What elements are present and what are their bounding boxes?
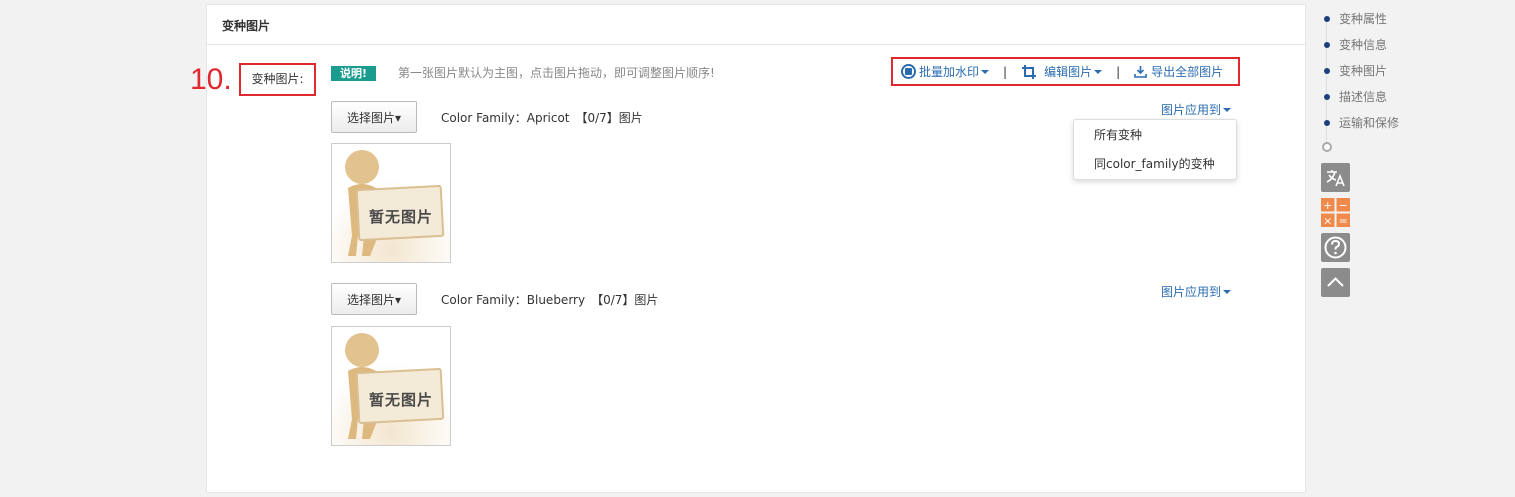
nav-item-label: 变种图片 [1339, 64, 1388, 78]
menu-item-all-variants[interactable]: 所有变种 [1074, 124, 1236, 153]
nav-dot [1324, 15, 1330, 22]
download-icon [1134, 66, 1147, 78]
calc-plus: + [1323, 199, 1332, 212]
crop-icon [1022, 64, 1037, 79]
help-button[interactable] [1321, 233, 1350, 262]
select-images-button[interactable]: 选择图片▾ [331, 101, 417, 133]
nav-dot [1324, 119, 1330, 126]
toolbar-separator: | [1003, 64, 1008, 79]
edit-images-label: 编辑图片 [1044, 65, 1093, 79]
image-placeholder[interactable]: 暂无图片 [331, 143, 451, 263]
apply-images-to-dropdown[interactable]: 图片应用到 [1161, 283, 1232, 300]
export-all-images-button[interactable]: 导出全部图片 [1134, 63, 1223, 80]
export-all-images-label: 导出全部图片 [1151, 65, 1224, 79]
apply-images-menu: 所有变种 同color_family的变种 [1073, 119, 1237, 180]
calc-times: × [1323, 215, 1332, 228]
translate-icon [1326, 170, 1345, 187]
back-to-top-button[interactable] [1321, 268, 1350, 297]
apply-images-to-label: 图片应用到 [1161, 103, 1222, 117]
nav-item-variant-images[interactable]: 变种图片 [1322, 62, 1387, 79]
calculator-icon: + − × = [1321, 198, 1350, 228]
field-label: 变种图片: [239, 63, 316, 96]
nav-item-label: 变种信息 [1339, 38, 1388, 52]
variant-row-blueberry: 选择图片▾ Color Family：Blueberry 【0/7】图片 [331, 283, 658, 315]
chevron-down-icon [1223, 107, 1232, 112]
tip-text: 第一张图片默认为主图，点击图片拖动，即可调整图片顺序! [398, 66, 715, 80]
nav-dot [1324, 41, 1330, 48]
no-image-figure [332, 144, 450, 262]
variant-row-apricot: 选择图片▾ Color Family：Apricot 【0/7】图片 [331, 101, 643, 133]
chevron-down-icon [1094, 69, 1103, 74]
toolbar-separator: | [1116, 64, 1121, 79]
nav-item-variant-info[interactable]: 变种信息 [1322, 36, 1387, 53]
chevron-down-icon [1223, 289, 1232, 294]
no-image-text: 暂无图片 [369, 391, 434, 409]
no-image-figure [332, 327, 450, 445]
question-mark-icon [1324, 236, 1347, 259]
no-image-text: 暂无图片 [369, 208, 434, 226]
chevron-down-icon [981, 69, 990, 74]
tip-badge: 说明! [331, 66, 377, 81]
nav-dot [1324, 67, 1330, 74]
batch-watermark-button[interactable]: 批量加水印 [901, 63, 990, 80]
edit-images-button[interactable]: 编辑图片 [1021, 63, 1103, 80]
image-toolbar: 批量加水印 | 编辑图片 | 导出全部图片 [891, 57, 1240, 86]
translate-button[interactable] [1321, 163, 1350, 192]
select-images-button[interactable]: 选择图片▾ [331, 283, 417, 315]
nav-item-variant-attributes[interactable]: 变种属性 [1322, 10, 1387, 27]
nav-item-shipping-warranty[interactable]: 运输和保修 [1322, 114, 1399, 131]
calc-minus: − [1339, 199, 1348, 212]
panel-title: 变种图片 [207, 5, 1305, 45]
chevron-up-icon [1327, 277, 1344, 287]
nav-item-description[interactable]: 描述信息 [1322, 88, 1387, 105]
watermark-icon [901, 64, 916, 79]
nav-dot [1324, 93, 1330, 100]
apply-images-to-label: 图片应用到 [1161, 285, 1222, 299]
calc-equals: = [1339, 215, 1348, 228]
step-number: 10. [190, 63, 232, 96]
menu-item-same-color-family[interactable]: 同color_family的变种 [1074, 153, 1236, 182]
image-placeholder[interactable]: 暂无图片 [331, 326, 451, 446]
batch-watermark-label: 批量加水印 [919, 65, 980, 79]
variant-info: Color Family：Apricot 【0/7】图片 [441, 110, 643, 125]
nav-item-label: 变种属性 [1339, 12, 1388, 26]
apply-images-to-dropdown[interactable]: 图片应用到 [1161, 101, 1232, 118]
nav-item-label: 运输和保修 [1339, 116, 1400, 130]
nav-item-label: 描述信息 [1339, 90, 1388, 104]
nav-end-ring [1322, 142, 1332, 152]
calculator-button[interactable]: + − × = [1321, 198, 1350, 228]
variant-info: Color Family：Blueberry 【0/7】图片 [441, 292, 659, 307]
